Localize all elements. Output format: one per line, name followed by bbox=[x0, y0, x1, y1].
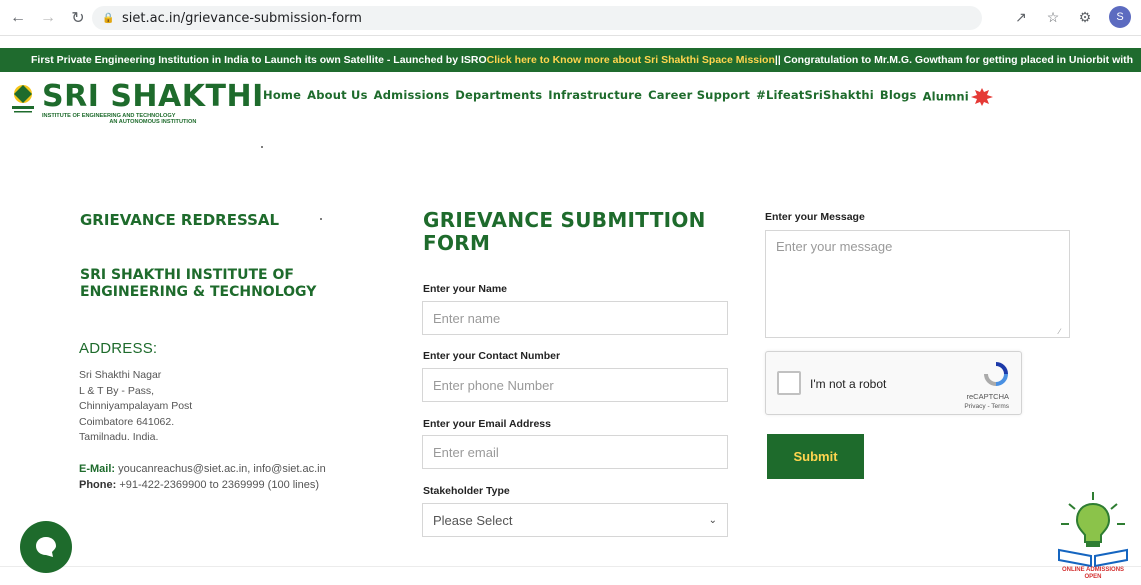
nav-home[interactable]: Home bbox=[263, 88, 301, 106]
email-input[interactable]: Enter email bbox=[422, 435, 728, 469]
recaptcha-checkbox[interactable] bbox=[777, 371, 801, 395]
contact-placeholder: Enter phone Number bbox=[433, 377, 554, 393]
nav-blogs[interactable]: Blogs bbox=[880, 88, 917, 106]
reload-icon[interactable]: ↻ bbox=[66, 6, 90, 30]
email-label-form: Enter your Email Address bbox=[423, 418, 551, 430]
chevron-down-icon: ⌄ bbox=[708, 514, 717, 526]
phone-contact: Phone: +91-422-2369900 to 2369999 (100 l… bbox=[79, 479, 319, 491]
stakeholder-select[interactable]: Please Select ⌄ bbox=[422, 503, 728, 537]
logo-title: SRI SHAKTHI bbox=[42, 79, 264, 114]
name-input[interactable]: Enter name bbox=[422, 301, 728, 335]
submit-button[interactable]: Submit bbox=[767, 434, 864, 479]
nav-about-us[interactable]: About Us bbox=[307, 88, 368, 106]
recaptcha-label: I'm not a robot bbox=[810, 377, 887, 391]
address-line: L & T By - Pass, bbox=[79, 385, 155, 397]
share-icon[interactable]: ↗ bbox=[1013, 9, 1029, 26]
lock-icon: 🔒 bbox=[102, 13, 115, 24]
message-textarea[interactable]: Enter your message ∕ bbox=[765, 230, 1070, 338]
nav-alumni-label: Alumni bbox=[922, 89, 969, 104]
ticker-link[interactable]: Click here to Know more about Sri Shakth… bbox=[487, 54, 775, 66]
emblem-icon bbox=[8, 82, 38, 118]
recaptcha-logo-icon bbox=[981, 361, 1011, 387]
recaptcha-links[interactable]: Privacy - Terms bbox=[964, 403, 1009, 410]
email-contact: E-Mail: youcanreachus@siet.ac.in, info@s… bbox=[79, 463, 326, 475]
chat-widget-button[interactable] bbox=[20, 521, 72, 573]
phone-value: +91-422-2369900 to 2369999 (100 lines) bbox=[116, 479, 320, 491]
contact-label: Enter your Contact Number bbox=[423, 350, 561, 362]
nav-infrastructure[interactable]: Infrastructure bbox=[548, 88, 642, 106]
recaptcha-widget: I'm not a robot reCAPTCHA Privacy - Term… bbox=[765, 351, 1022, 415]
resize-grip-icon[interactable]: ∕ bbox=[1059, 327, 1067, 336]
contact-number-input[interactable]: Enter phone Number bbox=[422, 368, 728, 402]
news-ticker: First Private Engineering Institution in… bbox=[0, 48, 1141, 72]
url-text: siet.ac.in/grievance-submission-form bbox=[122, 10, 362, 26]
address-line: Tamilnadu. India. bbox=[79, 431, 159, 443]
address-line: Sri Shakthi Nagar bbox=[79, 369, 162, 381]
chat-bubble-icon bbox=[36, 537, 56, 557]
star-icon[interactable]: ☆ bbox=[1045, 9, 1061, 26]
ticker-text-2: || Congratulation to Mr.M.G. Gowtham for… bbox=[774, 54, 1134, 66]
forward-arrow-icon[interactable]: → bbox=[36, 6, 60, 30]
extensions-icon[interactable]: ⚙ bbox=[1077, 9, 1093, 26]
nav-admissions[interactable]: Admissions bbox=[374, 88, 450, 106]
address-line: Coimbatore 641062. bbox=[79, 416, 175, 428]
message-placeholder: Enter your message bbox=[776, 239, 893, 254]
nav-alumni[interactable]: Alumni bbox=[923, 88, 993, 106]
stakeholder-label: Stakeholder Type bbox=[423, 485, 510, 497]
address-line: Chinniyampalayam Post bbox=[79, 400, 193, 412]
main-nav: Home About Us Admissions Departments Inf… bbox=[263, 88, 993, 106]
back-arrow-icon[interactable]: ← bbox=[6, 6, 30, 30]
new-badge-icon bbox=[970, 88, 993, 106]
address-heading: ADDRESS: bbox=[79, 340, 158, 357]
ticker-text: First Private Engineering Institution in… bbox=[31, 54, 487, 66]
grievance-heading: GRIEVANCE REDRESSAL bbox=[80, 211, 280, 229]
stray-dot bbox=[261, 146, 263, 148]
nav-departments[interactable]: Departments bbox=[455, 88, 542, 106]
email-label: E-Mail: bbox=[79, 463, 116, 475]
logo-subtitle-2: AN AUTONOMOUS INSTITUTION bbox=[109, 119, 197, 125]
email-placeholder: Enter email bbox=[433, 444, 499, 460]
phone-label: Phone: bbox=[79, 479, 117, 491]
nav-career-support[interactable]: Career Support bbox=[648, 88, 750, 106]
name-label: Enter your Name bbox=[423, 283, 508, 295]
email-value[interactable]: youcanreachus@siet.ac.in, info@siet.ac.i… bbox=[115, 463, 326, 475]
site-logo[interactable]: SRI SHAKTHI INSTITUTE OF ENGINEERING AND… bbox=[8, 82, 264, 125]
admissions-open-text[interactable]: ONLINE ADMISSIONS OPEN bbox=[1055, 567, 1131, 581]
message-label: Enter your Message bbox=[765, 211, 865, 223]
stakeholder-value: Please Select bbox=[433, 512, 513, 528]
profile-avatar[interactable]: S bbox=[1109, 6, 1131, 28]
institution-name: SRI SHAKTHI INSTITUTE OF ENGINEERING & T… bbox=[80, 267, 317, 300]
address-bar[interactable]: 🔒 siet.ac.in/grievance-submission-form bbox=[92, 6, 982, 30]
form-title: GRIEVANCE SUBMITTION FORM bbox=[423, 208, 706, 255]
footer-divider bbox=[0, 566, 1141, 567]
nav-lifeatsrishakthi[interactable]: #LifeatSriShakthi bbox=[756, 88, 874, 106]
recaptcha-brand: reCAPTCHA bbox=[966, 392, 1009, 401]
name-placeholder: Enter name bbox=[433, 310, 501, 326]
stray-dot bbox=[320, 218, 322, 220]
browser-toolbar: ← → ↻ 🔒 siet.ac.in/grievance-submission-… bbox=[0, 0, 1141, 36]
